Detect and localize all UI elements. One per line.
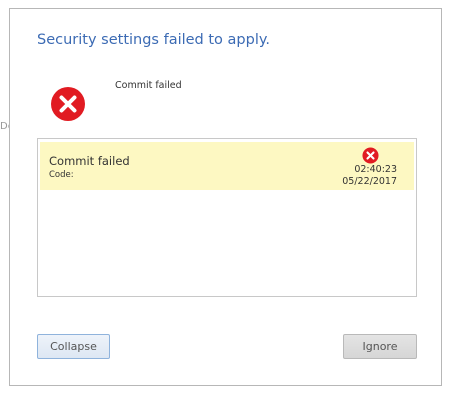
dialog-title: Security settings failed to apply.: [37, 32, 270, 48]
error-icon: [362, 147, 379, 164]
error-icon: [51, 87, 85, 121]
row-code-label: Code:: [49, 170, 74, 180]
summary-message: Commit failed: [115, 80, 182, 91]
error-dialog: Security settings failed to apply. Commi…: [9, 8, 442, 386]
page: De Security settings failed to apply. Co…: [0, 0, 450, 405]
row-date: 05/22/2017: [342, 176, 397, 187]
collapse-button[interactable]: Collapse: [37, 334, 110, 359]
list-item[interactable]: Commit failed Code: 02:40:23 05/22/2017: [40, 142, 414, 190]
error-detail-list[interactable]: Commit failed Code: 02:40:23 05/22/2017: [37, 138, 417, 297]
row-title: Commit failed: [49, 154, 130, 168]
row-time: 02:40:23: [354, 164, 397, 175]
ignore-button[interactable]: Ignore: [343, 334, 417, 359]
